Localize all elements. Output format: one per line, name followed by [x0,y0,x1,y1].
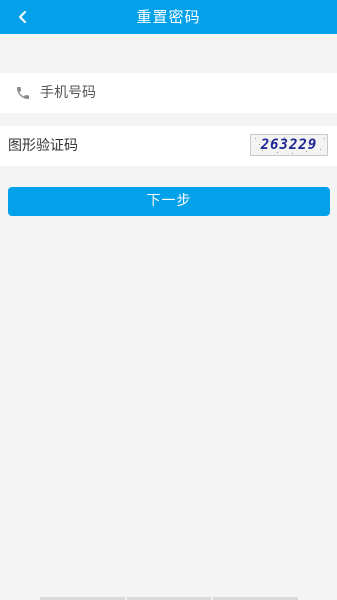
top-nav-bar: 重置密码 [0,0,337,34]
page-title: 重置密码 [136,8,201,26]
phone-number-input[interactable] [40,73,320,113]
captcha-code-text: 263229 [260,137,318,153]
captcha-image[interactable]: 263229 [250,134,328,156]
phone-icon [17,87,29,99]
phone-number-row[interactable] [0,73,337,113]
captcha-label: 图形验证码 [8,138,78,154]
captcha-row: 图形验证码 263229 [0,126,337,166]
reset-password-screen: 重置密码 图形验证码 [0,0,337,600]
next-step-button[interactable]: 下一步 [8,187,330,216]
captcha-input[interactable] [90,126,240,166]
